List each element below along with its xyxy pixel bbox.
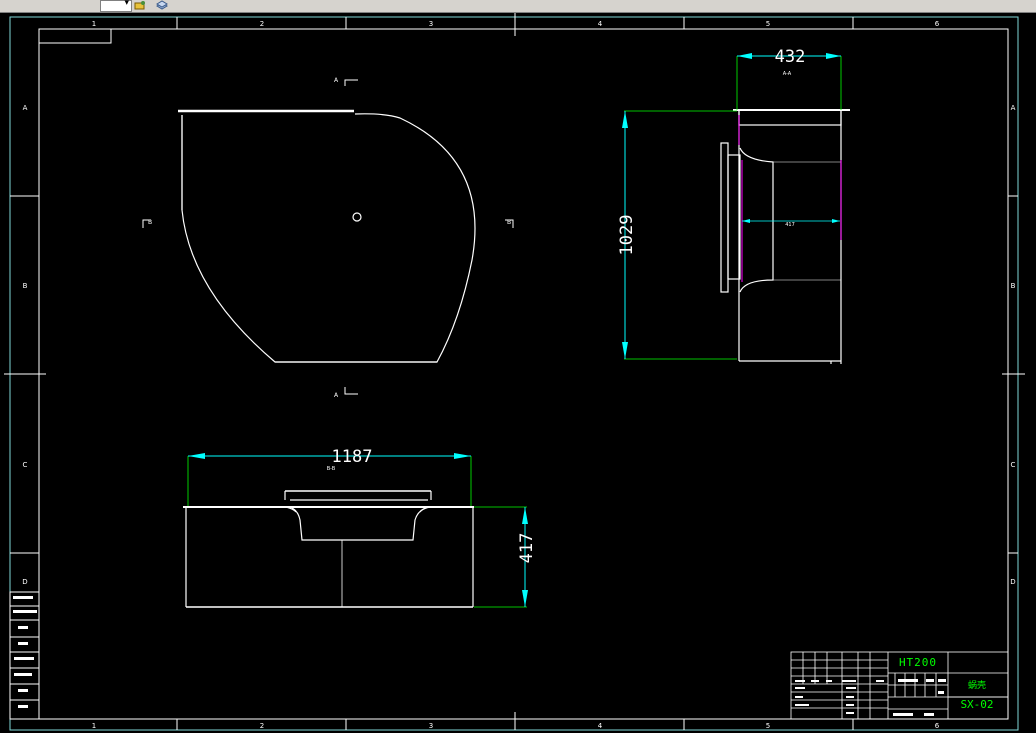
side-dim-width-value: 432 [775, 47, 806, 67]
row-label-right: B [1011, 282, 1016, 290]
col-label-bottom: 4 [598, 722, 603, 730]
row-label-left: B [23, 282, 28, 290]
col-label-bottom: 6 [935, 722, 940, 730]
drawing-canvas[interactable]: 1 2 3 4 5 6 1 2 3 4 5 6 A B C D A B C D [0, 13, 1036, 733]
toolbar [0, 0, 1036, 13]
row-label-right: C [1011, 461, 1016, 469]
col-label-top: 1 [92, 20, 96, 28]
col-label-bottom: 5 [766, 722, 770, 730]
title-material: HT200 [899, 656, 937, 669]
section-label-b: B [148, 219, 152, 226]
row-label-right: D [1010, 578, 1015, 586]
layer-tool-icon[interactable] [134, 0, 146, 10]
front-view[interactable] [178, 109, 476, 363]
row-label-left: A [23, 104, 28, 112]
row-label-left: C [23, 461, 28, 469]
section-markers [142, 79, 514, 395]
side-dim-inner-value: 417 [785, 222, 795, 228]
section-label-a: A [334, 77, 339, 84]
side-dim-width-note: A-A [783, 71, 792, 77]
side-dim-height [622, 110, 737, 360]
row-label-right: A [1011, 104, 1016, 112]
side-view[interactable] [720, 109, 850, 364]
col-label-bottom: 2 [260, 722, 264, 730]
center-hole [352, 212, 362, 222]
title-part-name: 蜗壳 [968, 679, 986, 691]
sheet-border [9, 16, 1019, 731]
top-dim-height-value: 417 [517, 533, 537, 564]
col-label-top: 3 [429, 20, 433, 28]
col-label-bottom: 3 [429, 722, 433, 730]
layer-dropdown[interactable] [100, 0, 132, 12]
top-dim-length-note: B-B [327, 466, 336, 472]
top-dim-length [187, 453, 472, 506]
row-label-left: D [22, 578, 27, 586]
section-label-b: B [507, 219, 511, 226]
top-view[interactable] [183, 490, 474, 608]
title-block-glyphs [795, 679, 946, 716]
col-label-top: 2 [260, 20, 264, 28]
frame-column-ticks [4, 13, 1025, 730]
col-label-top: 6 [935, 20, 940, 28]
section-label-a: A [334, 392, 339, 399]
top-dim-length-value: 1187 [332, 447, 373, 467]
layer-states-icon[interactable] [156, 0, 168, 10]
col-label-top: 4 [598, 20, 603, 28]
frame-stub [39, 29, 112, 44]
col-label-top: 5 [766, 20, 770, 28]
title-drawing-no: SX-02 [960, 698, 993, 711]
col-label-bottom: 1 [92, 722, 96, 730]
side-dim-height-value: 1029 [617, 215, 637, 256]
drawing-frame [38, 28, 1009, 720]
